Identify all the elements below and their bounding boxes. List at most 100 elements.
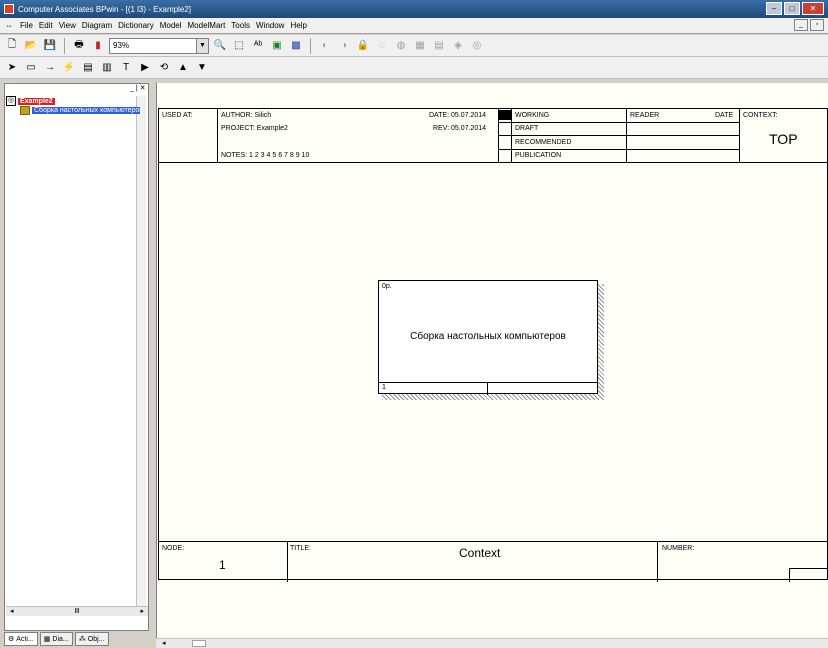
tab-activities[interactable]: ⚙ Acti... xyxy=(4,632,38,646)
modelmart-icon-7[interactable]: ◈ xyxy=(450,38,466,54)
chevron-down-icon[interactable]: ▼ xyxy=(196,38,208,53)
menu-tools[interactable]: Tools xyxy=(231,21,250,30)
menu-diagram[interactable]: Diagram xyxy=(82,21,112,30)
document-menu-icon[interactable]: ⇔ xyxy=(4,21,14,30)
zoom-select[interactable]: 93% ▼ xyxy=(109,37,209,54)
print-icon[interactable]: 🖶 xyxy=(71,38,87,54)
window-title: Computer Associates BPwin - [(1 l3) - Ex… xyxy=(18,4,191,14)
scroll-left-icon[interactable]: ◂ xyxy=(162,639,166,647)
text-block-icon[interactable]: ▤ xyxy=(80,60,96,76)
pointer-icon[interactable]: ➤ xyxy=(4,60,20,76)
status-publication: PUBLICATION xyxy=(515,152,562,159)
activity-number: 1 xyxy=(382,384,386,391)
lock-icon[interactable]: 🔒 xyxy=(355,38,371,54)
modelmart-icon-4[interactable]: ◍ xyxy=(393,38,409,54)
model-explorer-icon[interactable]: ▣ xyxy=(269,38,285,54)
notes-field: NOTES: 1 2 3 4 5 6 7 8 9 10 xyxy=(221,152,310,159)
diagrams-tab-icon: ▦ xyxy=(43,636,51,643)
report-icon[interactable]: ▩ xyxy=(288,38,304,54)
app-icon xyxy=(4,4,14,14)
objects-tab-icon: ⁂ xyxy=(78,636,86,643)
explorer-tabs: ⚙ Acti... ▦ Dia... ⁂ Obj... xyxy=(4,632,109,646)
context-value: TOP xyxy=(769,131,798,147)
menu-modelmart[interactable]: ModelMart xyxy=(188,21,226,30)
context-label: CONTEXT: xyxy=(743,112,778,119)
open-icon[interactable]: 📂 xyxy=(23,38,39,54)
node-value: 1 xyxy=(219,558,226,572)
zoom-out-icon[interactable]: ⬚ xyxy=(231,38,247,54)
text-tool-icon[interactable]: T xyxy=(118,60,134,76)
activity-cost: 0р. xyxy=(382,283,392,290)
menu-help[interactable]: Help xyxy=(290,21,306,30)
standard-toolbar: 🗋 📂 💾 🖶 ▮ 93% ▼ 🔍 ⬚ ᴬᵇ ▣ ▩ ◐ ◑ 🔒 ◌ ◍ ▦ ▤… xyxy=(0,35,828,57)
spell-icon[interactable]: ᴬᵇ xyxy=(250,38,266,54)
go-child-icon[interactable]: ▶ xyxy=(137,60,153,76)
save-icon[interactable]: 💾 xyxy=(42,38,58,54)
maximize-button[interactable]: □ xyxy=(784,2,800,15)
activity-box[interactable]: 0р. Сборка настольных компьютеров 1 xyxy=(378,280,598,395)
status-recommended: RECOMMENDED xyxy=(515,139,572,146)
color-icon[interactable]: ▮ xyxy=(90,38,106,54)
mdi-restore-button[interactable]: ▫ xyxy=(810,19,824,31)
tree-root-item[interactable]: ◎ Example2 xyxy=(6,96,55,106)
modelmart-icon-8[interactable]: ◎ xyxy=(469,38,485,54)
activity-box-icon[interactable]: ▭ xyxy=(23,60,39,76)
panel-controls[interactable]: _ | ✕ xyxy=(130,84,145,92)
panel-vertical-scrollbar[interactable] xyxy=(136,96,146,606)
reader-label: READER xyxy=(630,112,660,119)
title-value: Context xyxy=(459,546,501,560)
modelmart-icon-6[interactable]: ▤ xyxy=(431,38,447,54)
activity-name: Сборка настольных компьютеров xyxy=(410,331,566,342)
modelmart-icon-1[interactable]: ◐ xyxy=(317,38,333,54)
scroll-thumb[interactable] xyxy=(192,640,206,647)
title-label: TITLE: xyxy=(290,545,312,552)
modelmart-icon-5[interactable]: ▦ xyxy=(412,38,428,54)
activities-tab-icon: ⚙ xyxy=(8,636,15,643)
author-field: AUTHOR: Silich xyxy=(221,112,272,119)
squiggle-icon[interactable]: ⚡ xyxy=(61,60,77,76)
up-icon[interactable]: ▲ xyxy=(175,60,191,76)
node-label: NODE: xyxy=(162,545,185,552)
menu-bar: ⇔ File Edit View Diagram Dictionary Mode… xyxy=(0,18,828,34)
working-status-marker xyxy=(499,110,511,120)
menu-window[interactable]: Window xyxy=(256,21,284,30)
reader-date-label: DATE xyxy=(715,112,734,119)
modelmart-icon-3[interactable]: ◌ xyxy=(374,38,390,54)
status-draft: DRAFT xyxy=(515,125,539,132)
down-icon[interactable]: ▼ xyxy=(194,60,210,76)
tree-child-item[interactable]: Сборка настольных компьютеров xyxy=(20,106,140,115)
go-parent-icon[interactable]: ⟲ xyxy=(156,60,172,76)
activity-icon xyxy=(20,106,30,115)
number-box xyxy=(789,568,828,582)
drawing-toolbar: ➤ ▭ → ⚡ ▤ ▥ T ▶ ⟲ ▲ ▼ xyxy=(0,57,828,79)
new-icon[interactable]: 🗋 xyxy=(4,38,20,54)
status-working: WORKING xyxy=(515,112,550,119)
tab-diagrams[interactable]: ▦ Dia... xyxy=(39,632,73,646)
title-bar: Computer Associates BPwin - [(1 l3) - Ex… xyxy=(0,0,828,18)
decompose-icon[interactable]: ▥ xyxy=(99,60,115,76)
tab-objects[interactable]: ⁂ Obj... xyxy=(74,632,109,646)
menu-file[interactable]: File xyxy=(20,21,33,30)
minimize-button[interactable]: – xyxy=(766,2,782,15)
menu-edit[interactable]: Edit xyxy=(39,21,53,30)
number-label: NUMBER: xyxy=(662,545,695,552)
diagram-footer: NODE: 1 TITLE: Context NUMBER: xyxy=(159,541,828,582)
used-at-label: USED AT: xyxy=(162,112,193,119)
zoom-value: 93% xyxy=(113,40,130,50)
canvas-horizontal-scrollbar[interactable]: ◂ xyxy=(156,638,828,648)
menu-dictionary[interactable]: Dictionary xyxy=(118,21,154,30)
tree-root-label: Example2 xyxy=(18,97,55,105)
menu-model[interactable]: Model xyxy=(160,21,182,30)
mdi-minimize-button[interactable]: _ xyxy=(794,19,808,31)
diagram-header: USED AT: AUTHOR: Silich PROJECT: Example… xyxy=(159,109,828,163)
zoom-in-icon[interactable]: 🔍 xyxy=(212,38,228,54)
menu-view[interactable]: View xyxy=(59,21,76,30)
modelmart-icon-2[interactable]: ◑ xyxy=(336,38,352,54)
arrow-tool-icon[interactable]: → xyxy=(42,60,58,76)
close-button[interactable]: ✕ xyxy=(802,2,824,15)
rev-field: REV: 05.07.2014 xyxy=(433,125,487,132)
tree-child-label: Сборка настольных компьютеров xyxy=(32,107,140,114)
date-field: DATE: 05.07.2014 xyxy=(429,112,487,119)
model-explorer xyxy=(4,83,149,631)
panel-horizontal-scrollbar[interactable]: ◂ Ⅲ ▸ xyxy=(6,606,148,616)
